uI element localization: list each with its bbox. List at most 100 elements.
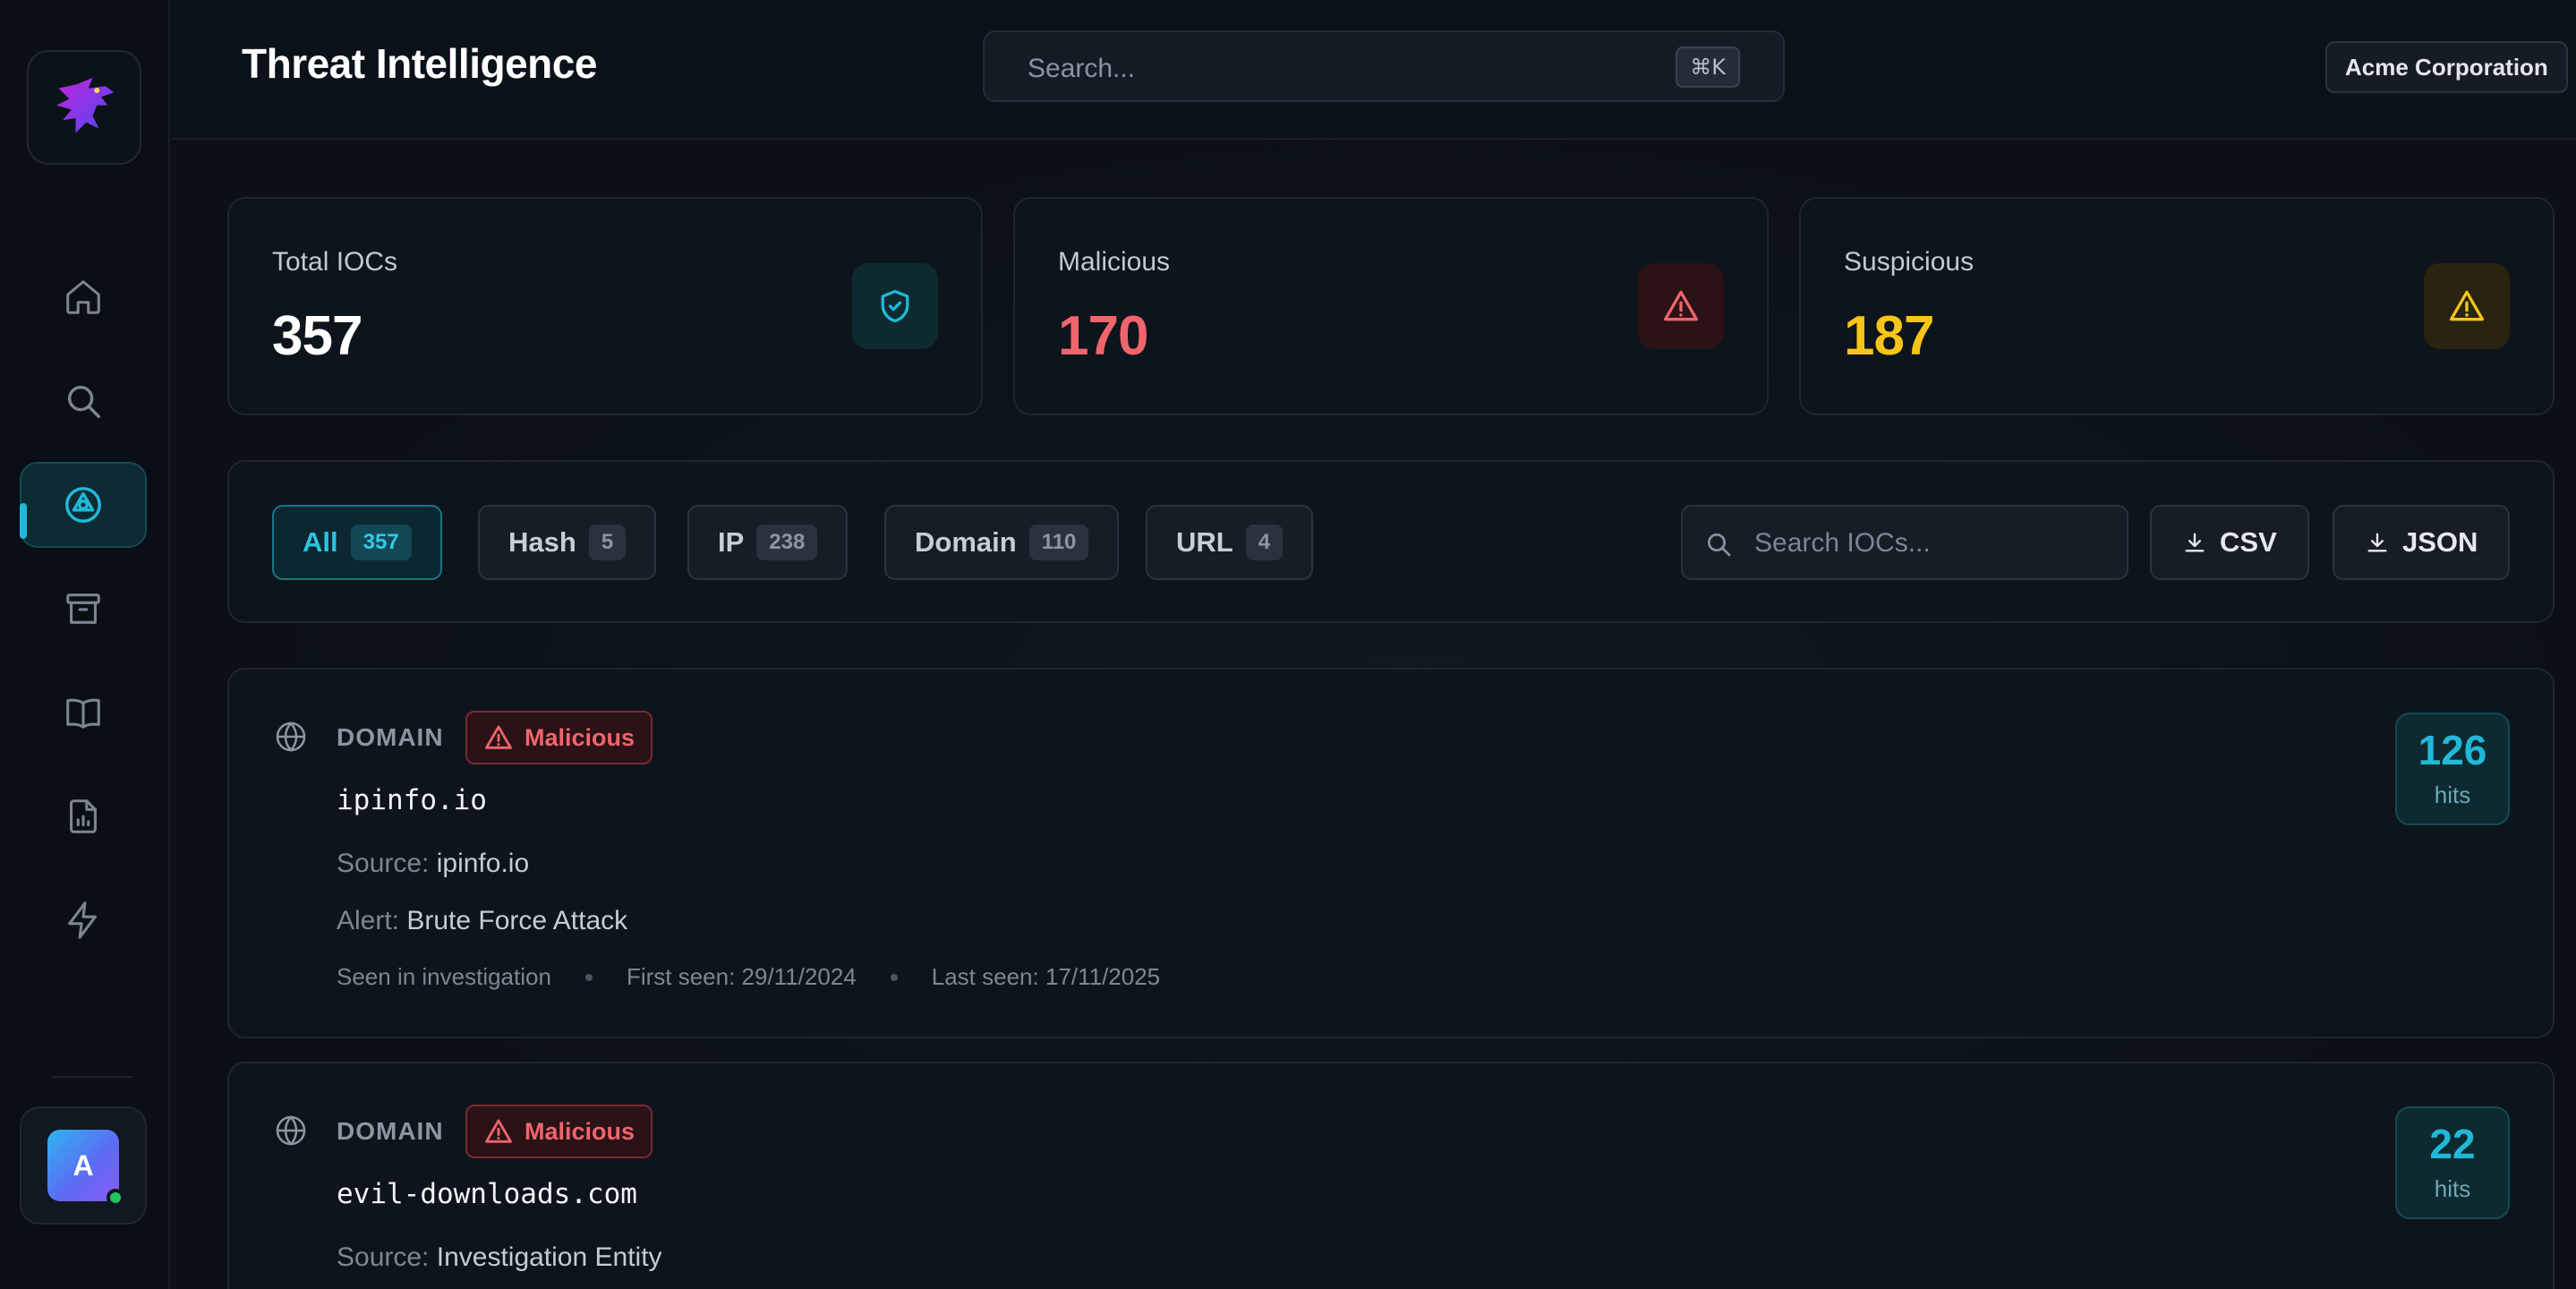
stat-label: Suspicious xyxy=(1844,247,1975,277)
stat-card-suspicious: Suspicious 187 xyxy=(1799,197,2555,415)
stat-label: Total IOCs xyxy=(272,247,398,277)
verdict-label: Malicious xyxy=(525,1117,635,1145)
home-icon xyxy=(66,280,100,314)
ioc-value[interactable]: ipinfo.io xyxy=(337,784,487,816)
ioc-type-label: DOMAIN xyxy=(337,723,444,751)
bolt-icon xyxy=(68,901,97,939)
nav-archive[interactable] xyxy=(20,566,147,652)
ioc-value[interactable]: evil-downloads.com xyxy=(337,1178,637,1210)
nav-reports[interactable] xyxy=(20,773,147,859)
global-search-placeholder: Search... xyxy=(1028,54,1136,83)
search-icon xyxy=(67,385,100,418)
seen-in-investigation: Seen in investigation xyxy=(337,963,551,990)
filter-chip-count: 238 xyxy=(756,525,818,560)
hits-label: hits xyxy=(2434,781,2471,808)
stat-value: 170 xyxy=(1058,305,1148,367)
nav-threat-intel[interactable] xyxy=(20,462,147,548)
page-title: Threat Intelligence xyxy=(242,40,597,87)
verdict-badge: Malicious xyxy=(465,1105,653,1158)
global-search[interactable]: Search... ⌘K xyxy=(983,30,1785,102)
stat-value: 187 xyxy=(1844,305,1934,367)
stat-label: Malicious xyxy=(1058,247,1171,277)
search-shortcut-badge: ⌘K xyxy=(1676,47,1740,88)
stat-value: 357 xyxy=(272,305,363,367)
globe-icon xyxy=(276,721,306,752)
export-csv-button[interactable]: CSV xyxy=(2150,505,2309,580)
meta-separator xyxy=(890,973,898,981)
export-json-label: JSON xyxy=(2402,526,2478,558)
filter-chip-url[interactable]: URL 4 xyxy=(1146,505,1314,580)
ioc-search-input[interactable]: Search IOCs... xyxy=(1681,505,2128,580)
top-header: Threat Intelligence Search... ⌘K Acme Co… xyxy=(172,0,2576,140)
source-label: Source: xyxy=(337,1242,430,1272)
stat-icon-box xyxy=(2424,263,2510,349)
filter-chip-label: URL xyxy=(1176,526,1233,558)
ioc-card[interactable]: DOMAIN Malicious evil-downloads.com Sour… xyxy=(227,1062,2555,1289)
verdict-label: Malicious xyxy=(525,723,635,751)
verdict-badge: Malicious xyxy=(465,711,653,764)
first-seen: First seen: 29/11/2024 xyxy=(626,963,857,990)
alert-triangle-icon xyxy=(2449,290,2485,321)
source-label: Source: xyxy=(337,849,430,878)
nav-home[interactable] xyxy=(20,254,147,340)
alert-triangle-icon xyxy=(485,1119,512,1143)
filter-chip-count: 357 xyxy=(350,525,412,560)
nav-search[interactable] xyxy=(20,358,147,444)
ioc-source: Source: ipinfo.io xyxy=(337,849,529,879)
source-value: ipinfo.io xyxy=(436,849,530,878)
ioc-search-placeholder: Search IOCs... xyxy=(1754,528,1931,558)
export-json-button[interactable]: JSON xyxy=(2333,505,2511,580)
stat-card-malicious: Malicious 170 xyxy=(1013,197,1769,415)
filter-chip-count: 4 xyxy=(1245,525,1284,560)
app-window: A Threat Intelligence Search... ⌘K Acme … xyxy=(0,0,2576,1289)
filter-chip-label: Domain xyxy=(915,526,1017,558)
archive-icon xyxy=(66,593,100,624)
nav-automations[interactable] xyxy=(20,877,147,963)
filter-chip-domain[interactable]: Domain 110 xyxy=(884,505,1120,580)
hits-count: 126 xyxy=(2418,726,2487,773)
export-csv-label: CSV xyxy=(2220,526,2277,558)
online-status-dot xyxy=(107,1189,124,1207)
alert-triangle-icon xyxy=(485,725,512,749)
nav-playbooks[interactable] xyxy=(20,670,147,755)
ioc-source: Source: Investigation Entity xyxy=(337,1242,662,1273)
ioc-type-label: DOMAIN xyxy=(337,1117,444,1145)
book-icon xyxy=(66,698,100,729)
intel-icon xyxy=(65,487,101,523)
filter-chip-all[interactable]: All 357 xyxy=(272,505,442,580)
hits-counter: 22 hits xyxy=(2395,1106,2510,1219)
shield-check-icon xyxy=(881,289,909,323)
stat-card-total: Total IOCs 357 xyxy=(227,197,983,415)
filter-chip-count: 5 xyxy=(588,525,627,560)
filter-chip-ip[interactable]: IP 238 xyxy=(687,505,849,580)
source-value: Investigation Entity xyxy=(436,1242,662,1272)
hits-counter: 126 hits xyxy=(2395,713,2510,825)
dragon-logo-icon xyxy=(56,77,115,133)
app-logo[interactable] xyxy=(27,50,141,165)
ioc-meta: Seen in investigation First seen: 29/11/… xyxy=(337,963,1160,991)
hits-count: 22 xyxy=(2429,1120,2476,1167)
user-menu[interactable]: A xyxy=(20,1106,147,1225)
alert-triangle-icon xyxy=(1663,290,1699,321)
avatar-initial: A xyxy=(73,1148,94,1182)
last-seen: Last seen: 17/11/2025 xyxy=(931,963,1161,990)
alert-label: Alert: xyxy=(337,906,400,935)
filter-chip-count: 110 xyxy=(1028,525,1089,560)
filter-chip-label: IP xyxy=(718,526,745,558)
filter-bar: All 357 Hash 5 IP 238 Domain 110 URL 4 S… xyxy=(227,460,2555,623)
hits-label: hits xyxy=(2434,1174,2471,1202)
active-indicator xyxy=(20,503,27,539)
filter-chip-hash[interactable]: Hash 5 xyxy=(478,505,657,580)
avatar: A xyxy=(47,1130,124,1207)
organization-switcher[interactable]: Acme Corporation xyxy=(2325,41,2568,93)
sidebar: A xyxy=(0,0,170,1289)
search-icon xyxy=(1708,534,1731,557)
sidebar-divider xyxy=(52,1076,132,1078)
filter-chip-label: Hash xyxy=(508,526,576,558)
report-icon xyxy=(70,799,97,833)
stat-icon-box xyxy=(852,263,938,349)
stat-icon-box xyxy=(1638,263,1724,349)
alert-value[interactable]: Brute Force Attack xyxy=(406,906,627,935)
ioc-card[interactable]: DOMAIN Malicious ipinfo.io Source: ipinf… xyxy=(227,668,2555,1038)
filter-chip-label: All xyxy=(303,526,338,558)
